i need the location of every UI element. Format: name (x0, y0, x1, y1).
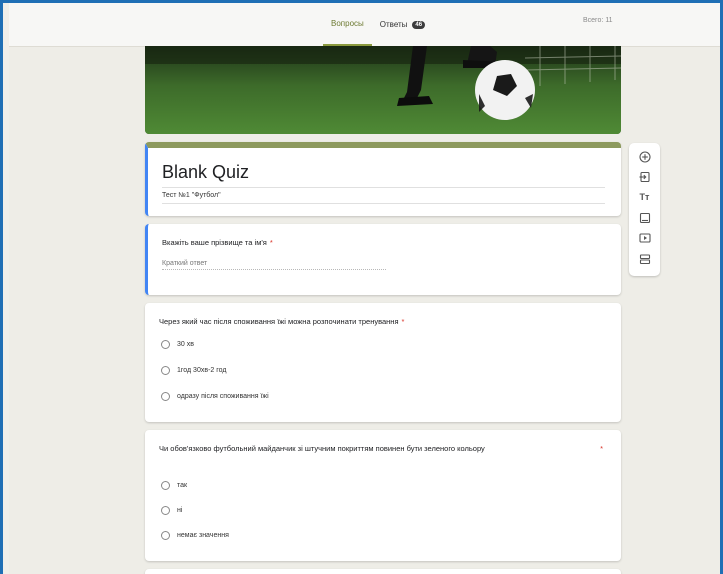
radio-option[interactable]: 1год 30хв-2 год (161, 366, 226, 375)
required-asterisk: * (269, 238, 273, 247)
section-icon (639, 254, 650, 265)
radio-circle-icon[interactable] (161, 392, 170, 401)
video-icon (638, 233, 651, 243)
image-icon (639, 212, 650, 224)
question-text: Через який час після споживання їжі можн… (159, 317, 399, 326)
add-question-button[interactable] (629, 148, 660, 166)
football-photo (145, 46, 621, 134)
editor-tabs: Вопросы Ответы 46 (323, 3, 433, 46)
form-title-card[interactable]: Blank Quiz Тест №1 "Футбол" (145, 142, 621, 216)
radio-option[interactable]: так (161, 481, 187, 490)
tab-answers[interactable]: Ответы 46 (372, 3, 433, 46)
top-bar: Вопросы Ответы 46 Всего: 11 (9, 3, 720, 47)
window-frame: Вопросы Ответы 46 Всего: 11 Blank Quiz Т… (0, 0, 723, 574)
question-card-name[interactable]: Вкажіть ваше прізвище та ім'я * Краткий о… (145, 224, 621, 295)
radio-circle-icon[interactable] (161, 366, 170, 375)
form-title[interactable]: Blank Quiz (162, 162, 249, 183)
option-label: одразу після споживання їжі (177, 393, 269, 400)
floating-toolbar: Tт (629, 143, 660, 276)
radio-circle-icon[interactable] (161, 506, 170, 515)
add-title-button[interactable]: Tт (629, 188, 660, 206)
form-description[interactable]: Тест №1 "Футбол" (162, 192, 221, 199)
plus-circle-icon (638, 151, 651, 163)
description-divider (162, 203, 605, 204)
option-label: так (177, 482, 188, 489)
add-section-button[interactable] (629, 250, 660, 268)
header-image (145, 46, 621, 134)
option-label: ні (177, 507, 183, 514)
add-image-button[interactable] (629, 209, 660, 227)
answers-count-badge: 46 (412, 20, 426, 29)
total-points: Всего: 11 (581, 17, 613, 24)
tab-questions[interactable]: Вопросы (323, 3, 372, 46)
total-label: Всего: (583, 17, 604, 24)
tab-questions-label: Вопросы (331, 19, 364, 28)
required-asterisk: * (600, 444, 603, 453)
radio-circle-icon[interactable] (161, 481, 170, 490)
radio-option[interactable]: одразу після споживання їжі (161, 392, 269, 401)
text-tt-icon: Tт (639, 192, 650, 202)
radio-option[interactable]: немає значення (161, 531, 229, 540)
question-title: Вкажіть ваше прізвище та ім'я * (162, 237, 273, 249)
question-title: Через який час після споживання їжі можн… (159, 316, 404, 328)
title-divider (162, 187, 605, 188)
radio-circle-icon[interactable] (161, 340, 170, 349)
question-card-training-time[interactable]: Через який час після споживання їжі можн… (145, 303, 621, 422)
import-questions-button[interactable] (629, 168, 660, 186)
import-icon (639, 171, 650, 183)
radio-option[interactable]: ні (161, 506, 182, 515)
required-asterisk: * (401, 317, 405, 326)
radio-option[interactable]: 30 хв (161, 340, 194, 349)
short-answer-field[interactable]: Краткий ответ (162, 260, 386, 270)
option-label: 30 хв (177, 341, 194, 348)
tab-answers-label: Ответы (379, 20, 408, 29)
question-text: Вкажіть ваше прізвище та ім'я (162, 238, 267, 247)
question-card-next[interactable] (145, 569, 621, 574)
question-card-field-color[interactable]: Чи обов'язково футбольний майданчик зі ш… (145, 430, 621, 561)
total-value: 11 (605, 17, 613, 24)
form-editor: Вопросы Ответы 46 Всего: 11 Blank Quiz Т… (9, 3, 720, 574)
option-label: немає значення (177, 532, 229, 539)
question-text: Чи обов'язково футбольний майданчик зі ш… (159, 444, 485, 453)
add-video-button[interactable] (629, 229, 660, 247)
radio-circle-icon[interactable] (161, 531, 170, 540)
option-label: 1год 30хв-2 год (177, 367, 227, 374)
